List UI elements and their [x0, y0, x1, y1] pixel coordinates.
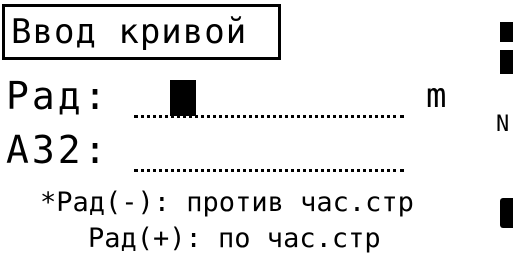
az-input[interactable] [134, 134, 404, 172]
rad-row: Рад: m [0, 74, 513, 118]
softkey-tab-shape [500, 198, 513, 228]
battery-bar-upper [500, 22, 513, 42]
battery-bar-lower [500, 50, 513, 74]
az-label: АЗ2: [6, 128, 110, 172]
screen-title: Ввод кривой [2, 4, 281, 60]
az-row: АЗ2: [0, 128, 513, 172]
rad-input[interactable] [134, 80, 404, 118]
help-text-negative: *Рад(-): против час.стр [40, 187, 414, 218]
battery-level-icon [496, 20, 513, 80]
softkey-tab-icon[interactable] [496, 188, 513, 228]
screen-title-text: Ввод кривой [11, 12, 248, 52]
edge-mid-char: N [496, 112, 510, 137]
rad-label: Рад: [6, 74, 110, 118]
curve-input-screen: Ввод кривой Рад: m АЗ2: *Рад(-): против … [0, 0, 513, 262]
az-input-dotted-line [134, 169, 404, 172]
rad-input-dotted-line [134, 115, 404, 118]
block-cursor-icon [170, 80, 196, 116]
rad-unit: m [426, 76, 447, 116]
help-text-positive: Рад(+): по час.стр [88, 223, 381, 254]
